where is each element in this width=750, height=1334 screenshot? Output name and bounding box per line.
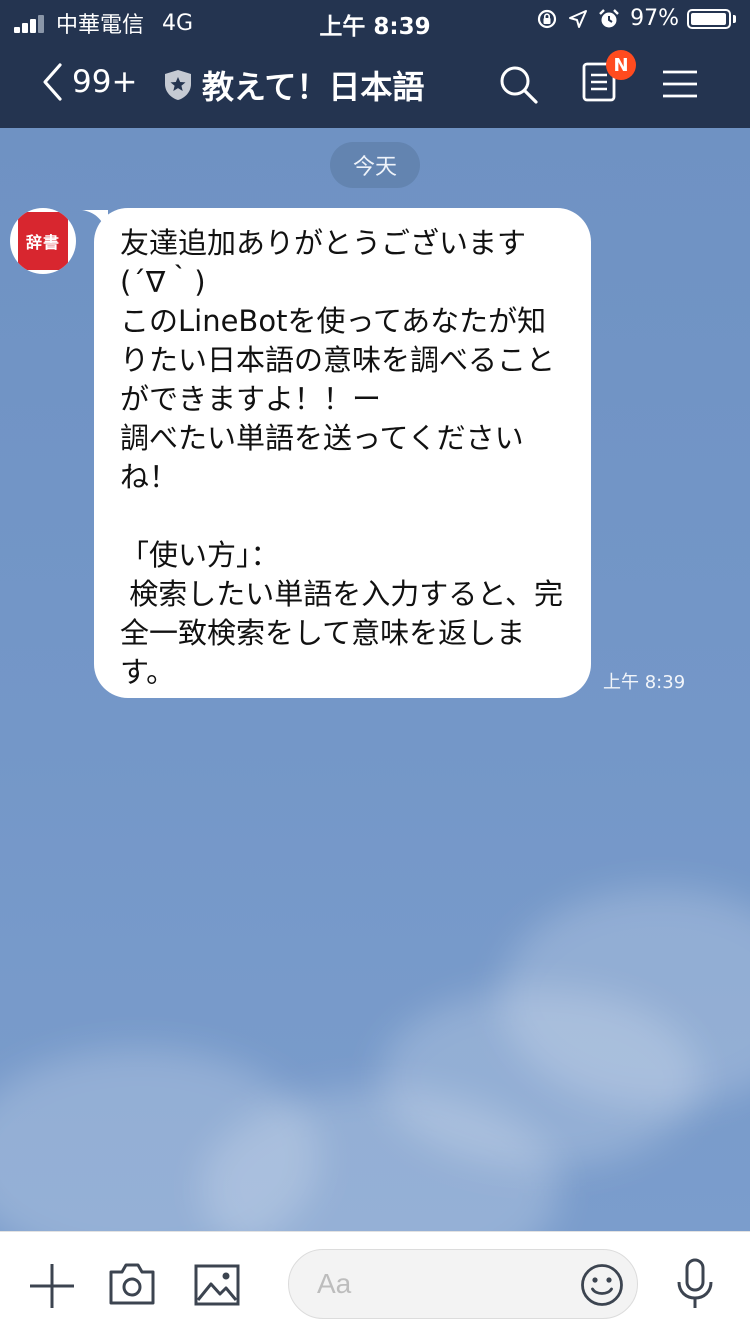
status-bar: 中華電信 4G 上午 8:39 97% — [0, 0, 750, 40]
header: 中華電信 4G 上午 8:39 97% 99+ 教えて！日本語 N — [0, 0, 750, 128]
menu-button[interactable] — [662, 70, 698, 102]
shield-star-icon — [164, 69, 192, 101]
date-separator: 今天 — [330, 142, 420, 188]
chat-area[interactable]: 今天 辞書 友達追加ありがとうございます (´∇｀) このLineBotを使って… — [0, 128, 750, 1231]
plus-icon — [28, 1262, 76, 1310]
emoji-button[interactable] — [580, 1263, 624, 1311]
nav-bar: 99+ 教えて！日本語 N — [0, 40, 750, 128]
notes-badge: N — [606, 50, 636, 80]
bot-avatar[interactable]: 辞書 — [10, 208, 76, 274]
rotation-lock-icon — [536, 8, 558, 30]
back-button[interactable]: 99+ — [40, 62, 137, 102]
message-bubble[interactable]: 友達追加ありがとうございます (´∇｀) このLineBotを使ってあなたが知り… — [94, 208, 591, 698]
chat-title[interactable]: 教えて！日本語 — [164, 62, 424, 108]
menu-icon — [662, 70, 698, 98]
chat-title-text: 教えて！日本語 — [202, 68, 425, 106]
battery-percent: 97% — [630, 6, 679, 31]
location-arrow-icon — [568, 9, 588, 29]
emoji-icon — [580, 1263, 624, 1307]
image-button[interactable] — [194, 1264, 240, 1310]
back-chevron-icon — [40, 62, 64, 102]
add-button[interactable] — [28, 1262, 76, 1314]
message-input-placeholder: Aa — [317, 1268, 352, 1299]
unread-count: 99+ — [72, 64, 138, 100]
microphone-icon — [676, 1258, 714, 1310]
dictionary-book-icon: 辞書 — [18, 212, 68, 270]
microphone-button[interactable] — [676, 1258, 714, 1314]
camera-icon — [108, 1262, 156, 1306]
battery-icon — [687, 8, 736, 29]
search-button[interactable] — [498, 64, 540, 110]
image-icon — [194, 1264, 240, 1306]
camera-button[interactable] — [108, 1262, 156, 1310]
alarm-icon — [598, 8, 620, 30]
search-icon — [498, 64, 540, 106]
avatar-label: 辞書 — [25, 233, 60, 252]
message-timestamp: 上午 8:39 — [603, 672, 686, 693]
input-bar: Aa — [0, 1231, 750, 1334]
